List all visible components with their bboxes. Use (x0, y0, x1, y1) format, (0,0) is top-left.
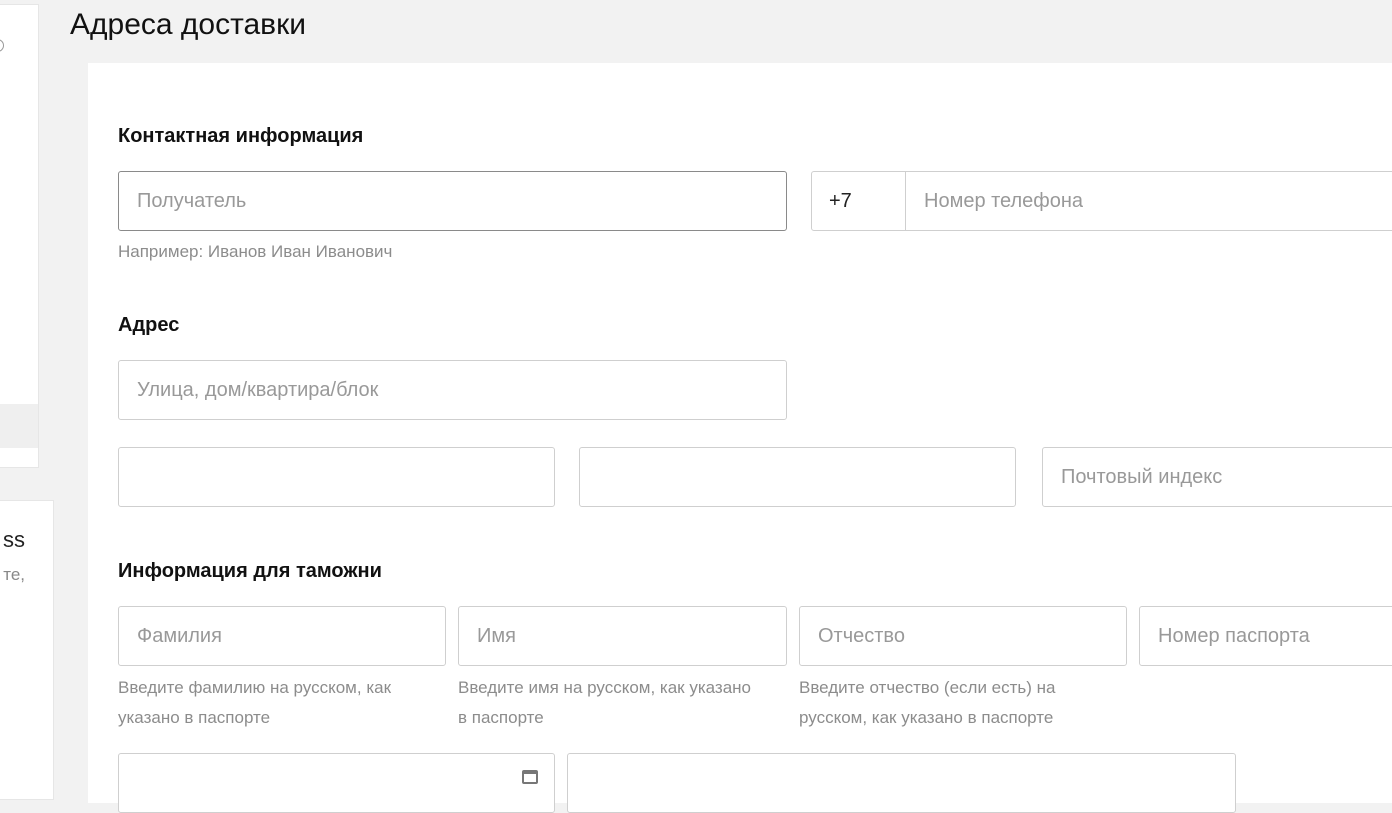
left-info-title: ss (3, 527, 25, 552)
left-panel-band (0, 404, 38, 448)
page-title: Адреса доставки (70, 8, 307, 41)
lastname-hint-line2: указано в паспорте (118, 708, 271, 727)
passport-number-field[interactable] (1139, 606, 1392, 666)
recipient-field[interactable] (118, 171, 787, 231)
lastname-field[interactable] (118, 606, 446, 666)
firstname-input[interactable] (459, 607, 786, 665)
postal-code-field[interactable] (1042, 447, 1392, 507)
address-field-3[interactable] (579, 447, 1016, 507)
phone-country-code[interactable]: +7 (812, 172, 906, 230)
left-panel-card (0, 4, 39, 468)
extra-customs-field[interactable] (567, 753, 1236, 813)
address-input-2[interactable] (119, 448, 554, 506)
collapse-icon[interactable] (0, 39, 4, 52)
calendar-icon[interactable] (522, 770, 538, 784)
customs-section-title: Информация для таможни (118, 560, 382, 582)
lastname-input[interactable] (119, 607, 445, 665)
middlename-hint-line2: русском, как указано в паспорте (799, 708, 1054, 727)
lastname-hint-line1: Введите фамилию на русском, как (118, 678, 392, 697)
contact-section-title: Контактная информация (118, 125, 364, 147)
left-info-card: ss те, (0, 500, 54, 800)
firstname-field[interactable] (458, 606, 787, 666)
street-input[interactable] (119, 361, 786, 419)
middlename-hint-line1: Введите отчество (если есть) на (799, 678, 1056, 697)
address-section-title: Адрес (118, 314, 180, 336)
lastname-hint: Введите фамилию на русском, как указано … (118, 673, 391, 733)
phone-field[interactable]: +7 (811, 171, 1392, 231)
firstname-hint-line2: в паспорте (458, 708, 544, 727)
firstname-hint-line1: Введите имя на русском, как указано (458, 678, 752, 697)
middlename-hint: Введите отчество (если есть) на русском,… (799, 673, 1056, 733)
address-field-2[interactable] (118, 447, 555, 507)
recipient-input[interactable] (119, 172, 786, 230)
firstname-hint: Введите имя на русском, как указано в па… (458, 673, 751, 733)
address-form-card: Контактная информация Например: Иванов И… (88, 63, 1392, 813)
postal-code-input[interactable] (1043, 448, 1392, 506)
left-info-text: те, (3, 565, 25, 584)
address-input-3[interactable] (580, 448, 1015, 506)
date-field[interactable] (118, 753, 555, 813)
phone-input[interactable] (906, 172, 1392, 230)
street-field[interactable] (118, 360, 787, 420)
middlename-input[interactable] (800, 607, 1126, 665)
passport-number-input[interactable] (1140, 607, 1392, 665)
recipient-hint: Например: Иванов Иван Иванович (118, 242, 393, 261)
middlename-field[interactable] (799, 606, 1127, 666)
